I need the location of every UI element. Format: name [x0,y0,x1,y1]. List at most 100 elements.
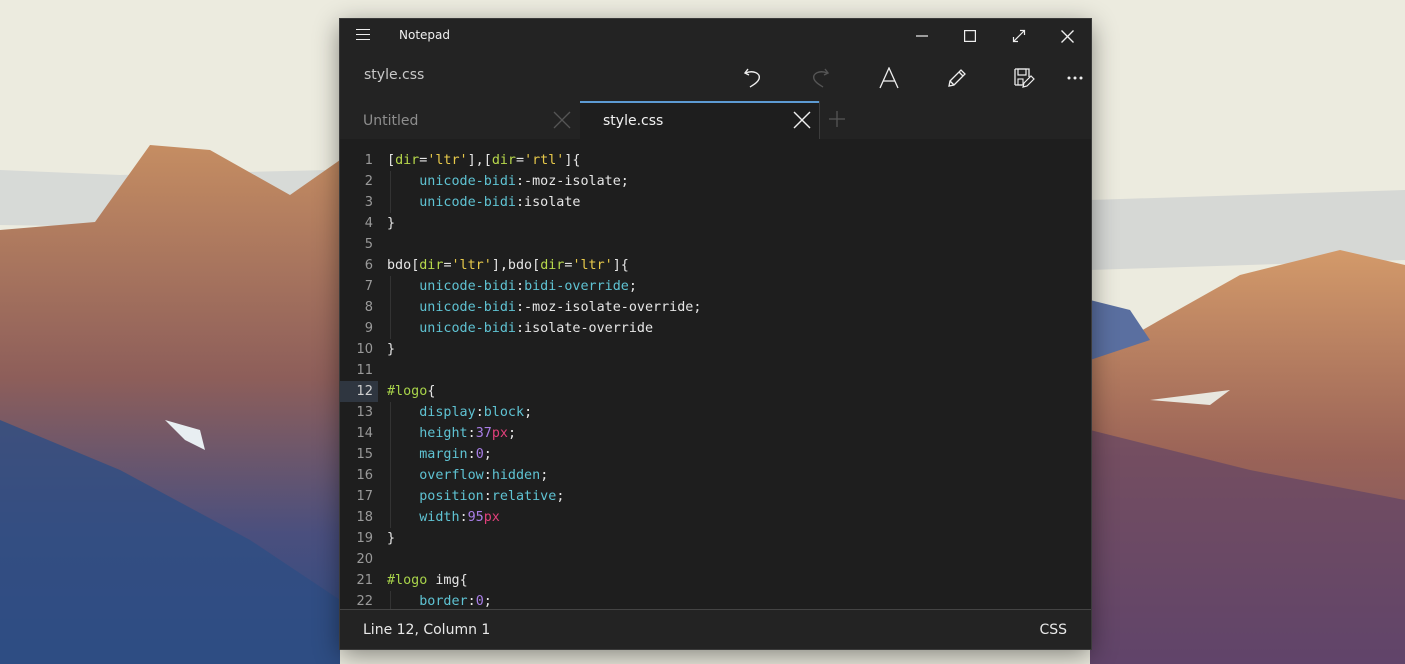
code-token-ind [387,321,419,336]
command-bar: style.css [340,53,1091,101]
code-token-prop: border [419,594,468,609]
code-text: margin:0; [387,444,492,465]
code-line[interactable]: 9 unicode-bidi:isolate-override [340,318,1091,339]
code-line[interactable]: 2 unicode-bidi:-moz-isolate; [340,171,1091,192]
code-editor[interactable]: 1 [dir='ltr'],[dir='rtl']{2 unicode-bidi:… [340,139,1091,609]
line-number: 8 [364,300,373,315]
code-line[interactable]: 8 unicode-bidi:-moz-isolate-override; [340,297,1091,318]
code-token-punc: ],bdo[ [491,258,541,273]
code-line[interactable]: 1 [dir='ltr'],[dir='rtl']{ [340,150,1091,171]
code-text: unicode-bidi:isolate [387,192,581,213]
redo-button[interactable] [800,61,840,95]
code-token-val: hidden [491,468,541,483]
code-token-punc: :-moz-isolate; [516,174,629,189]
code-text: unicode-bidi:bidi-override; [387,276,637,297]
code-token-punc: ; [483,594,492,609]
code-line[interactable]: 13 display:block; [340,402,1091,423]
code-line[interactable]: 22 border:0; [340,591,1091,609]
more-options-button[interactable] [1055,61,1095,95]
code-line[interactable]: 21 #logo img{ [340,570,1091,591]
line-number: 10 [356,342,373,357]
app-title: Notepad [399,28,450,42]
line-number: 2 [364,174,373,189]
language-selector[interactable]: CSS [1039,622,1067,638]
line-number: 12 [340,381,378,402]
code-line[interactable]: 7 unicode-bidi:bidi-override; [340,276,1091,297]
maximize-button[interactable] [946,19,994,53]
edit-button[interactable] [937,61,977,95]
code-line[interactable]: 5 [340,234,1091,255]
code-token-prop: margin [419,447,468,462]
code-token-punc: ; [483,447,492,462]
line-number: 21 [356,573,373,588]
code-text: display:block; [387,402,532,423]
code-token-prop: width [419,510,460,525]
code-line[interactable]: 19} [340,528,1091,549]
line-number: 11 [356,363,373,378]
close-window-button[interactable] [1043,19,1091,53]
fullscreen-button[interactable] [995,19,1043,53]
code-token-attr: dir [395,153,420,168]
code-line[interactable]: 14 height:37px; [340,423,1091,444]
code-line[interactable]: 16 overflow:hidden; [340,465,1091,486]
close-tab-button[interactable] [552,110,572,130]
code-token-str: 'rtl' [524,153,565,168]
code-text: width:95px [387,507,500,528]
code-token-punc: : [467,447,476,462]
code-text: } [387,528,395,549]
code-token-punc: { [459,573,468,588]
code-line[interactable]: 4} [340,213,1091,234]
more-icon [1067,76,1083,80]
minimize-icon [916,35,928,37]
code-token-sel: bdo [387,258,412,273]
code-line[interactable]: 12 #logo{ [340,381,1091,402]
undo-button[interactable] [733,61,773,95]
font-button[interactable] [869,61,909,95]
code-token-num: 0 [475,447,484,462]
code-line[interactable]: 15 margin:0; [340,444,1091,465]
code-token-prop: display [419,405,476,420]
code-line[interactable]: 11 [340,360,1091,381]
code-text: bdo[dir='ltr'],bdo[dir='ltr']{ [387,255,629,276]
tab-label: style.css [603,113,664,129]
tab-strip: Untitled style.css [340,101,1091,139]
code-token-num: 0 [475,594,484,609]
code-line[interactable]: 3 unicode-bidi:isolate [340,192,1091,213]
code-token-punc: :isolate [516,195,581,210]
code-text: } [387,213,395,234]
new-tab-button[interactable] [828,110,848,130]
code-token-punc: : [483,489,492,504]
line-number: 17 [356,489,373,504]
code-token-id: #logo [387,384,428,399]
line-number: 16 [356,468,373,483]
minimize-button[interactable] [898,19,946,53]
line-number: 9 [364,321,373,336]
code-token-unit: px [483,510,500,525]
code-token-id: #logo [387,573,428,588]
hamburger-menu-icon[interactable] [356,29,370,41]
code-token-ind [387,468,419,483]
code-token-attr: dir [540,258,565,273]
code-token-punc: = [516,153,525,168]
code-token-unit: px [491,426,508,441]
code-token-str: 'ltr' [451,258,492,273]
line-number: 22 [356,594,373,609]
code-line[interactable]: 18 width:95px [340,507,1091,528]
save-button[interactable] [1004,61,1044,95]
line-number: 18 [356,510,373,525]
code-text: [dir='ltr'],[dir='rtl']{ [387,150,581,171]
code-token-ind [387,447,419,462]
line-number: 6 [364,258,373,273]
code-token-punc: ; [524,405,533,420]
close-tab-button[interactable] [792,110,812,130]
code-line[interactable]: 10} [340,339,1091,360]
tab-style-css[interactable]: style.css [580,101,819,139]
code-token-punc: :isolate-override [516,321,654,336]
cursor-position: Line 12, Column 1 [363,622,491,638]
code-token-punc: ; [556,489,565,504]
tab-untitled[interactable]: Untitled [340,101,579,139]
code-line[interactable]: 20 [340,549,1091,570]
code-line[interactable]: 6 bdo[dir='ltr'],bdo[dir='ltr']{ [340,255,1091,276]
code-text: position:relative; [387,486,564,507]
code-line[interactable]: 17 position:relative; [340,486,1091,507]
